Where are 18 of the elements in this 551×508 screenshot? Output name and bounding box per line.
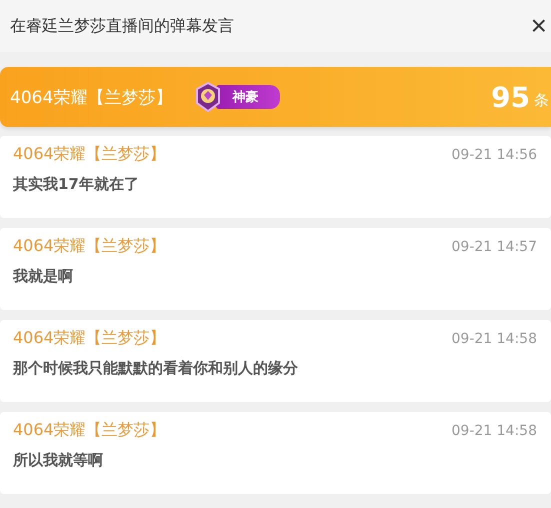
close-button[interactable]: × xyxy=(526,12,551,40)
message-time: 09-21 14:58 xyxy=(452,330,537,346)
message-time: 09-21 14:56 xyxy=(452,146,537,162)
rank-badge: 神豪 xyxy=(216,85,280,109)
message-text: 所以我就等啊 xyxy=(13,451,104,470)
message-text: 我就是啊 xyxy=(13,267,74,286)
message-count: 95 xyxy=(491,80,530,114)
message-username: 4064荣耀【兰梦莎】 xyxy=(13,236,166,257)
message-text: 那个时候我只能默默的看着你和别人的缘分 xyxy=(13,359,299,378)
count-unit: 条 xyxy=(534,90,549,110)
message-username: 4064荣耀【兰梦莎】 xyxy=(13,420,166,441)
message-time: 09-21 14:57 xyxy=(452,238,537,254)
banner-username: 4064荣耀【兰梦莎】 xyxy=(10,86,172,108)
message-text: 其实我17年就在了 xyxy=(13,175,140,194)
message-username: 4064荣耀【兰梦莎】 xyxy=(13,328,166,349)
message-username: 4064荣耀【兰梦莎】 xyxy=(13,144,166,165)
message-time: 09-21 14:58 xyxy=(452,422,537,438)
panel-title: 在睿廷兰梦莎直播间的弹幕发言 xyxy=(10,16,234,36)
